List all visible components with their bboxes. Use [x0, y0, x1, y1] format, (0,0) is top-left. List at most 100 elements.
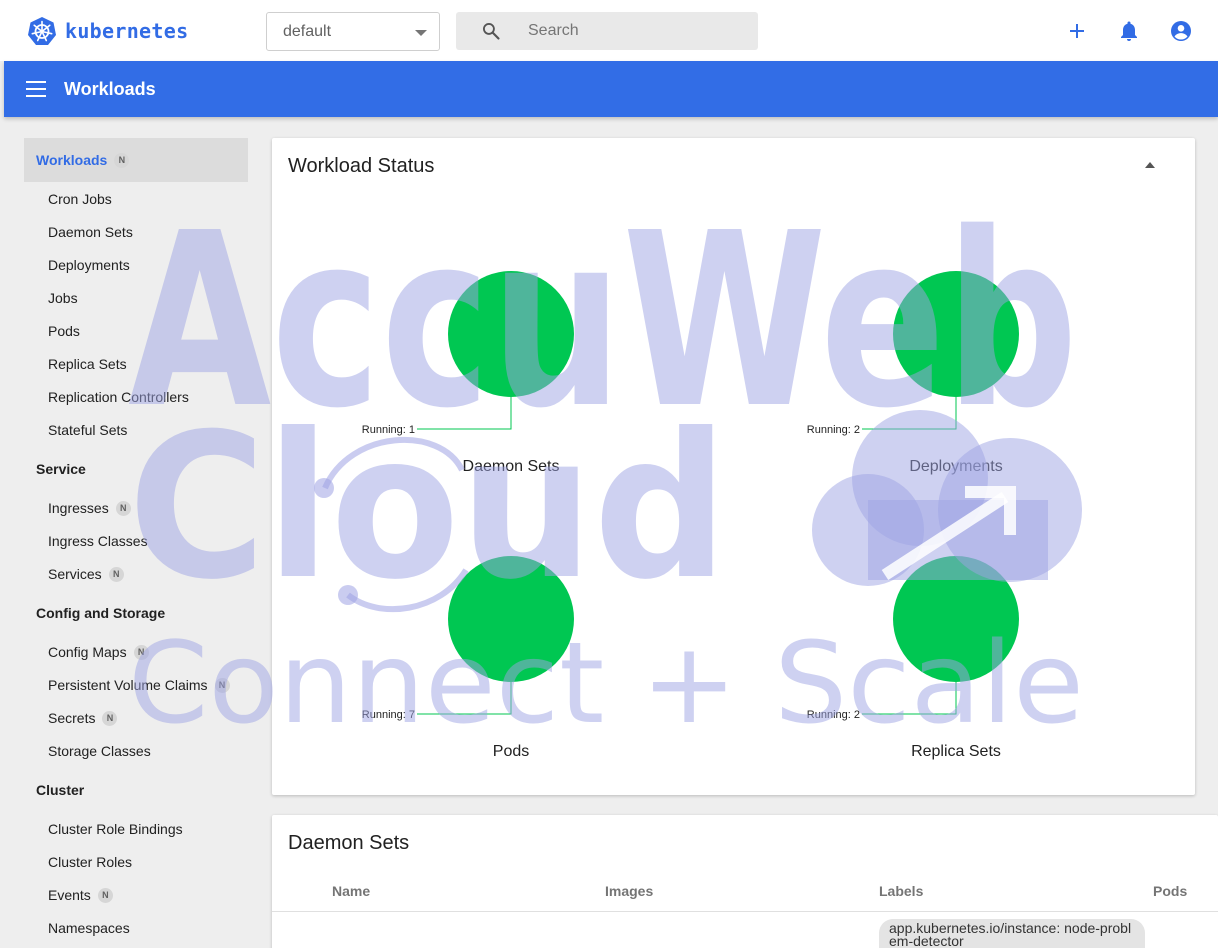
running-label: Running: 7 [362, 709, 415, 721]
daemon-sets-card: Daemon Sets Name Images Labels Pods app.… [272, 815, 1218, 948]
namespace-value: default [283, 23, 332, 40]
sidebar-section-label: Config and Storage [36, 605, 166, 621]
sidebar-item-storage-classes[interactable]: Storage Classes [48, 740, 151, 762]
card-title: Workload Status [288, 155, 435, 177]
sidebar-item-label: Replica Sets [48, 356, 127, 372]
running-label: Running: 1 [362, 424, 415, 436]
chart-title: Pods [492, 743, 530, 760]
menu-icon[interactable] [26, 81, 46, 97]
namespaced-badge: N [133, 644, 149, 660]
status-chart-replica-sets[interactable]: Running: 2 Replica Sets [806, 556, 1106, 816]
running-slice [893, 271, 1019, 397]
sidebar-item-label: Cluster Roles [48, 854, 133, 870]
running-label: Running: 2 [807, 709, 860, 721]
sidebar-item-label: Namespaces [48, 920, 130, 936]
sidebar-section-config-storage[interactable]: Config and Storage [24, 591, 248, 635]
search-input[interactable] [528, 19, 748, 43]
sidebar-item-pods[interactable]: Pods [48, 320, 80, 342]
chevron-down-icon [415, 30, 427, 36]
chart-title: Replica Sets [911, 743, 1001, 760]
sidebar-section-cluster[interactable]: Cluster [24, 768, 248, 812]
sidebar-section-label: Cluster [36, 782, 85, 798]
sidebar-item-label: Services [48, 566, 102, 582]
namespaced-badge: N [102, 710, 118, 726]
sidebar-item-label: Config Maps [48, 644, 127, 660]
sidebar-item-replication-controllers[interactable]: Replication Controllers [48, 386, 189, 408]
sidebar-item-label: Ingresses [48, 500, 109, 516]
sidebar-section-workloads[interactable]: Workloads N [24, 138, 248, 182]
sidebar-item-label: Ingress Classes [48, 533, 148, 549]
sidebar-item-label: Cluster Role Bindings [48, 821, 183, 837]
sidebar-item-secrets[interactable]: Secrets N [48, 707, 118, 729]
sidebar-item-stateful-sets[interactable]: Stateful Sets [48, 419, 127, 441]
status-chart-daemon-sets[interactable]: Running: 1 Daemon Sets [361, 271, 661, 531]
search-icon [483, 23, 500, 40]
sidebar-item-label: Daemon Sets [48, 224, 133, 240]
search-box[interactable] [456, 12, 758, 50]
sidebar-item-label: Events [48, 887, 91, 903]
bell-icon[interactable] [1117, 19, 1141, 43]
sidebar-item-namespaces[interactable]: Namespaces [48, 917, 130, 939]
chart-title: Daemon Sets [462, 458, 560, 475]
column-header-labels: Labels [879, 883, 924, 899]
sidebar-item-label: Cron Jobs [48, 191, 112, 207]
sidebar-item-label: Stateful Sets [48, 422, 128, 438]
card-title: Daemon Sets [288, 832, 410, 854]
sidebar-item-cluster-roles[interactable]: Cluster Roles [48, 851, 132, 873]
running-slice [448, 271, 574, 397]
sidebar-item-ingresses[interactable]: Ingresses N [48, 497, 131, 519]
sidebar-item-label: Secrets [48, 710, 96, 726]
sidebar-item-jobs[interactable]: Jobs [48, 287, 78, 309]
kubernetes-logo[interactable]: kubernetes [27, 15, 188, 47]
namespaced-badge: N [108, 566, 124, 582]
sidebar-item-replica-sets[interactable]: Replica Sets [48, 353, 127, 375]
running-slice [448, 556, 574, 682]
status-chart-svg: Running: 1 [362, 271, 574, 436]
sidebar-item-label: Pods [48, 323, 80, 339]
top-toolbar: kubernetes default [0, 0, 1218, 61]
sidebar-item-label: Deployments [48, 257, 130, 273]
workload-status-card: Workload Status Running: 1 Daemon Sets R… [272, 138, 1195, 795]
sidebar-item-deployments[interactable]: Deployments [48, 254, 130, 276]
sidebar-item-events[interactable]: Events N [48, 884, 113, 906]
sidebar-item-label: Jobs [48, 290, 78, 306]
column-header-pods: Pods [1153, 883, 1188, 899]
account-icon[interactable] [1169, 19, 1193, 43]
status-chart-svg: Running: 7 [362, 556, 574, 721]
sidebar-section-service[interactable]: Service [24, 447, 248, 491]
running-label: Running: 2 [807, 424, 860, 436]
sidebar-item-cluster-role-bindings[interactable]: Cluster Role Bindings [48, 818, 183, 840]
sidebar-item-label: Replication Controllers [48, 389, 189, 405]
chart-title: Deployments [909, 458, 1003, 475]
collapse-icon[interactable] [1145, 162, 1155, 168]
sidebar-item-ingress-classes[interactable]: Ingress Classes [48, 530, 148, 552]
status-chart-svg: Running: 2 [807, 556, 1019, 721]
sidebar-item-cron-jobs[interactable]: Cron Jobs [48, 188, 112, 210]
column-header-name[interactable]: Name [332, 883, 370, 899]
sidebar-item-daemon-sets[interactable]: Daemon Sets [48, 221, 133, 243]
namespaced-badge: N [115, 500, 131, 516]
page-title: Workloads [64, 79, 156, 99]
sidebar-item-persistent-volume-claims[interactable]: Persistent Volume Claims N [48, 674, 230, 696]
kubernetes-wheel-icon [28, 17, 56, 45]
label-leader [417, 397, 512, 430]
namespace-select[interactable]: default [266, 12, 440, 51]
running-slice [893, 556, 1019, 682]
status-chart-svg: Running: 2 [807, 271, 1019, 436]
table-divider [272, 911, 1218, 912]
sidebar-section-label: Workloads [36, 152, 108, 168]
label-leader [417, 682, 512, 715]
status-chart-deployments[interactable]: Running: 2 Deployments [806, 271, 1106, 531]
sidebar-item-services[interactable]: Services N [48, 563, 124, 585]
label-leader [862, 397, 957, 430]
plus-icon[interactable] [1065, 19, 1089, 43]
sidebar-nav: Workloads N Cron Jobs Daemon Sets Deploy… [24, 138, 248, 948]
label-leader [862, 682, 957, 715]
namespaced-badge: N [114, 152, 130, 168]
sidebar-item-config-maps[interactable]: Config Maps N [48, 641, 149, 663]
sidebar-section-label: Service [36, 461, 86, 477]
namespaced-badge: N [97, 887, 113, 903]
sidebar-item-label: Persistent Volume Claims [48, 677, 208, 693]
column-header-images: Images [605, 883, 654, 899]
status-chart-pods[interactable]: Running: 7 Pods [361, 556, 661, 816]
